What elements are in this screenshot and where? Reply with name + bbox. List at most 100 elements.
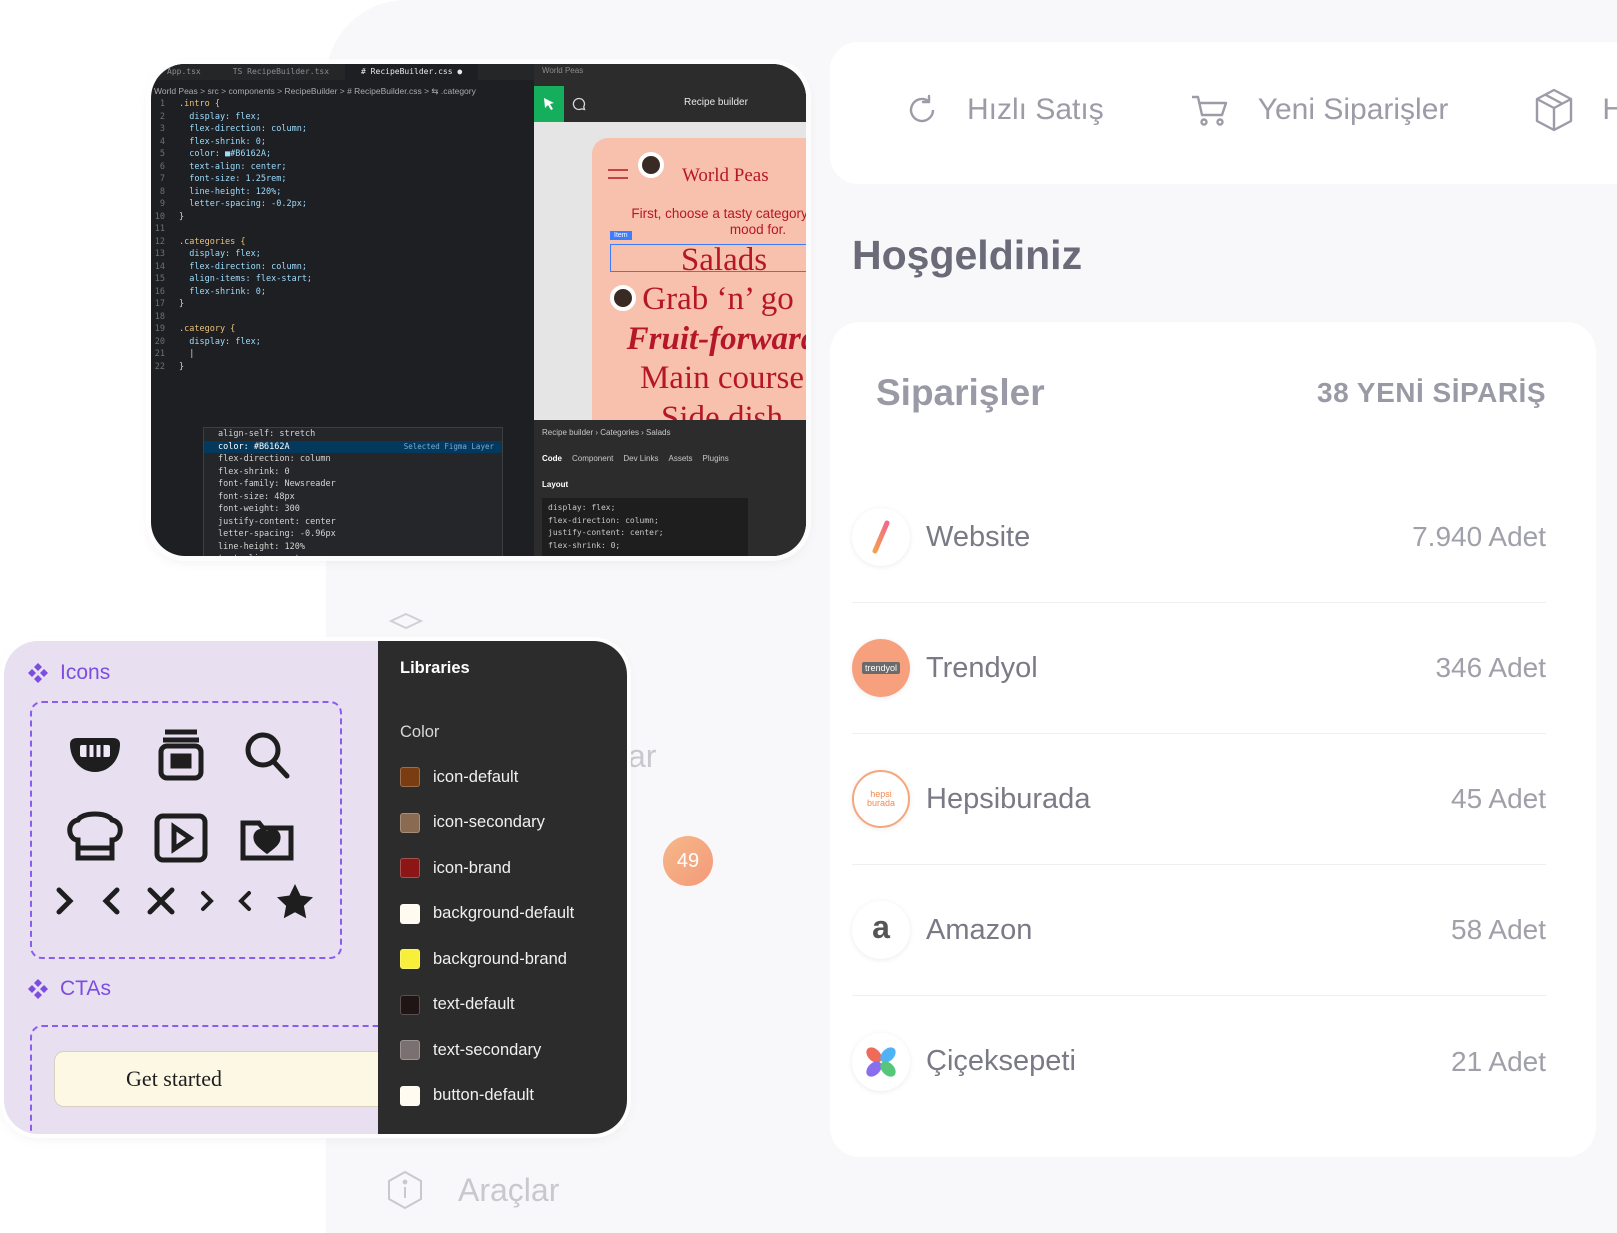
autocomplete-item[interactable]: letter-spacing: -0.96px	[204, 528, 502, 541]
code-line: 2 display: flex;	[151, 111, 534, 124]
autocomplete-item[interactable]: font-size: 48px	[204, 491, 502, 504]
sidebar-item-partial-label[interactable]: ar	[628, 738, 656, 775]
code-line: 7 font-size: 1.25rem;	[151, 173, 534, 186]
autocomplete-item[interactable]: font-weight: 300	[204, 503, 502, 516]
nav-partial-item[interactable]: Ha	[1534, 88, 1617, 132]
sidebar-item-tools[interactable]: Araçlar	[386, 1170, 559, 1210]
nav-quick-sale[interactable]: Hızlı Satış	[905, 93, 1104, 127]
layout-code-line: justify-content: center;	[548, 528, 664, 537]
color-style-item[interactable]: background-brand	[400, 949, 567, 969]
inspector-tabs: Code Component Dev Links Assets Plugins	[542, 454, 729, 463]
tab-code[interactable]: Code	[542, 454, 562, 463]
tab-recipebuilder-css[interactable]: # RecipeBuilder.css ●	[345, 64, 479, 80]
line-number: 14	[154, 261, 165, 272]
order-quantity: 7.940 Adet	[1412, 521, 1546, 552]
tab-world-peas[interactable]: World Peas	[542, 66, 583, 75]
tab-assets[interactable]: Assets	[668, 454, 692, 463]
heart-folder-icon[interactable]	[232, 807, 302, 869]
code-text: }	[179, 361, 185, 372]
ctas-title: CTAs	[60, 977, 111, 1000]
code-line: 9 letter-spacing: -0.2px;	[151, 198, 534, 211]
chevron-left-small-icon[interactable]	[238, 890, 252, 912]
order-row-hepsiburada[interactable]: hepsi burada Hepsiburada 45 Adet	[852, 734, 1546, 865]
chevron-left-icon[interactable]	[100, 886, 122, 916]
autocomplete-item-label: font-family: Newsreader	[218, 479, 336, 489]
autocomplete-item-label: line-height: 120%	[218, 541, 305, 552]
close-icon[interactable]	[146, 886, 176, 916]
select-tool-icon[interactable]	[534, 86, 564, 122]
code-line: 14 flex-direction: column;	[151, 261, 534, 274]
sidebar-item-tools-label: Araçlar	[458, 1171, 560, 1208]
order-source-name: Hepsiburada	[926, 782, 1091, 815]
color-style-item[interactable]: button-default	[400, 1085, 534, 1106]
line-number: 16	[154, 286, 165, 297]
tab-recipebuilder-tsx[interactable]: TS RecipeBuilder.tsx	[217, 64, 345, 80]
play-icon[interactable]	[146, 807, 216, 869]
order-row-amazon[interactable]: a Amazon 58 Adet	[852, 865, 1546, 996]
code-text: color: ■#B6162A;	[179, 149, 272, 159]
editor-tab-bar: App.tsx TS RecipeBuilder.tsx # RecipeBui…	[151, 64, 534, 80]
category-salads: Salads	[680, 242, 768, 278]
figma-toolbar: Recipe builder	[534, 86, 806, 122]
component-icon	[28, 979, 48, 999]
color-section-title: Color	[400, 723, 440, 741]
chevron-right-icon[interactable]	[54, 886, 76, 916]
new-orders-count[interactable]: 38 YENİ SİPARİŞ	[1317, 377, 1546, 409]
nav-new-orders[interactable]: Yeni Siparişler	[1190, 93, 1448, 127]
tab-component[interactable]: Component	[572, 454, 613, 463]
color-swatch	[400, 858, 420, 878]
line-number: 17	[154, 299, 165, 309]
grin-icon[interactable]	[60, 729, 130, 781]
color-style-item[interactable]: text-secondary	[400, 1040, 541, 1060]
code-text: .category {	[179, 324, 236, 334]
refresh-icon	[909, 94, 935, 123]
star-icon[interactable]	[276, 883, 314, 919]
autocomplete-item[interactable]: font-family: Newsreader	[204, 478, 502, 491]
composite-screenshot: Hızlı Satış Yeni Siparişler Ha Hoşgeldin…	[0, 0, 1617, 1233]
info-icon	[388, 1170, 422, 1210]
color-style-item[interactable]: icon-secondary	[400, 812, 545, 833]
figma-file-title[interactable]: Recipe builder	[684, 97, 748, 108]
autocomplete-item[interactable]: align-self: stretch	[204, 428, 502, 441]
autocomplete-item[interactable]: flex-direction: column	[204, 453, 502, 466]
color-style-item[interactable]: text-default	[400, 994, 515, 1015]
autocomplete-item[interactable]: color: #B6162A Selected Figma Layer	[204, 440, 502, 453]
nav-partial-label: Ha	[1602, 93, 1617, 126]
autocomplete-dropdown: align-self: stretch color: #B6162A Selecte…	[203, 427, 503, 556]
autocomplete-item[interactable]: line-height: 120%	[204, 541, 502, 554]
tab-app-tsx[interactable]: App.tsx	[151, 64, 217, 80]
order-source-name: Website	[926, 520, 1031, 553]
order-row-trendyol[interactable]: trendyol Trendyol 346 Adet	[852, 603, 1546, 734]
autocomplete-item-label: font-size: 48px	[218, 491, 295, 502]
jar-icon[interactable]	[146, 725, 216, 785]
autocomplete-item[interactable]: justify-content: center	[204, 516, 502, 529]
line-number: 9	[159, 199, 165, 209]
tab-plugins[interactable]: Plugins	[703, 454, 729, 463]
get-started-button[interactable]: Get started	[54, 1051, 394, 1107]
nav-quick-sale-label: Hızlı Satış	[967, 93, 1104, 126]
code-line: 11	[151, 223, 534, 236]
autocomplete-item[interactable]: text-align: center	[204, 553, 502, 556]
line-number: 15	[154, 274, 165, 284]
comment-icon[interactable]	[572, 97, 586, 111]
order-row-ciceksepeti[interactable]: Çiçeksepeti 21 Adet	[852, 996, 1546, 1127]
search-icon[interactable]	[232, 725, 302, 785]
code-text: .intro {	[179, 99, 220, 109]
code-text: text-align: center;	[179, 161, 287, 172]
autocomplete-item[interactable]: flex-shrink: 0	[204, 466, 502, 479]
order-row-website[interactable]: Website 7.940 Adet	[852, 472, 1546, 603]
color-style-name: text-secondary	[433, 1040, 542, 1059]
chevron-right-small-icon[interactable]	[200, 890, 214, 912]
tab-dev-links[interactable]: Dev Links	[623, 454, 658, 463]
code-line: 21 |	[151, 348, 534, 361]
code-text: display: flex;	[179, 111, 261, 122]
autocomplete-item-label: font-weight: 300	[218, 504, 300, 514]
color-style-item[interactable]: icon-brand	[400, 858, 511, 878]
figma-canvas[interactable]: World Peas First, choose a tasty categor…	[534, 122, 806, 420]
color-style-item[interactable]: icon-default	[400, 767, 518, 787]
color-style-item[interactable]: background-default	[400, 903, 574, 924]
code-line: 6 text-align: center;	[151, 161, 534, 174]
chef-hat-icon[interactable]	[60, 807, 130, 869]
code-text: font-size: 1.25rem;	[179, 174, 287, 184]
category-fruit-forward: Fruit-forward	[626, 321, 806, 357]
